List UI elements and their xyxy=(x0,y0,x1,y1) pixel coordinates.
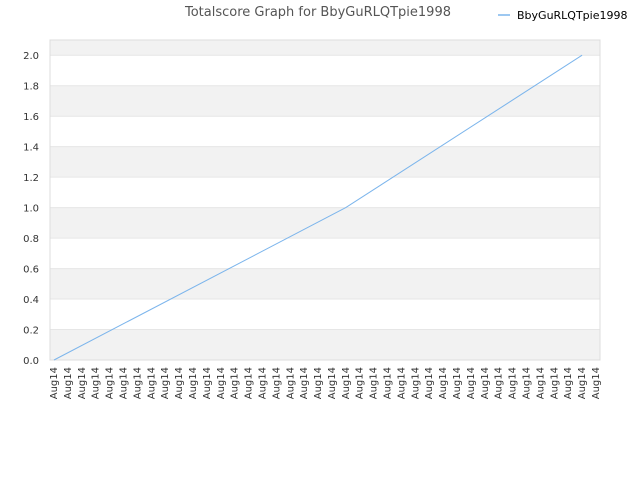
x-tick-label: Aug14 xyxy=(327,367,338,399)
y-tick-label: 1.4 xyxy=(23,143,39,154)
x-tick-label: Aug14 xyxy=(91,367,102,399)
x-tick-label: Aug14 xyxy=(494,367,505,399)
y-tick-label: 0.2 xyxy=(23,326,39,337)
x-tick-label: Aug14 xyxy=(132,367,143,399)
x-tick-label: Aug14 xyxy=(549,367,560,399)
x-tick-label: Aug14 xyxy=(285,367,296,399)
plot-band xyxy=(50,55,600,86)
x-tick-label: Aug14 xyxy=(452,367,463,399)
x-tick-label: Aug14 xyxy=(230,367,241,399)
x-tick-label: Aug14 xyxy=(188,367,199,399)
plot-band xyxy=(50,268,600,300)
x-tick-label: Aug14 xyxy=(216,367,227,399)
x-tick-label: Aug14 xyxy=(257,367,268,399)
x-tick-label: Aug14 xyxy=(63,367,74,399)
x-tick-label: Aug14 xyxy=(369,367,380,399)
x-tick-label: Aug14 xyxy=(49,367,60,399)
x-tick-label: Aug14 xyxy=(160,367,171,399)
x-tick-label: Aug14 xyxy=(146,367,157,399)
y-tick-label: 0.4 xyxy=(23,295,39,306)
x-tick-label: Aug14 xyxy=(313,367,324,399)
y-tick-label: 0.0 xyxy=(23,356,39,367)
x-tick-label: Aug14 xyxy=(383,367,394,399)
y-tick-label: 2.0 xyxy=(23,51,39,62)
y-tick-label: 1.2 xyxy=(23,173,39,184)
plot-band xyxy=(50,85,600,117)
plot-band xyxy=(50,299,600,330)
plot-band xyxy=(50,238,600,269)
legend[interactable]: BbyGuRLQTpie1998 xyxy=(498,9,627,22)
x-tick-label: Aug14 xyxy=(77,367,88,399)
y-tick-label: 1.8 xyxy=(23,82,39,93)
x-tick-label: Aug14 xyxy=(438,367,449,399)
y-tick-label: 0.8 xyxy=(23,234,39,245)
totalscore-chart: 0.00.20.40.60.81.01.21.41.61.82.0 Aug14 A… xyxy=(23,5,627,399)
x-tick-label: Aug14 xyxy=(480,367,491,399)
x-tick-label: Aug14 xyxy=(563,367,574,399)
y-tick-label: 0.6 xyxy=(23,265,39,276)
x-tick-label: Aug14 xyxy=(105,367,116,399)
y-tick-label: 1.6 xyxy=(23,112,39,123)
x-tick-label: Aug14 xyxy=(299,367,310,399)
x-tick-label: Aug14 xyxy=(202,367,213,399)
x-tick-label: Aug14 xyxy=(355,367,366,399)
x-tick-label: Aug14 xyxy=(244,367,255,399)
x-tick-label: Aug14 xyxy=(522,367,533,399)
plot-band xyxy=(50,177,600,208)
y-axis-ticks: 0.0 0.2 0.4 0.6 0.8 1.0 1.2 1.4 1.6 1.8 2.0 xyxy=(23,51,39,367)
chart-title: Totalscore Graph for BbyGuRLQTpie1998 xyxy=(184,5,451,20)
plot-band xyxy=(50,207,600,239)
x-tick-label: Aug14 xyxy=(118,367,129,399)
x-tick-label: Aug14 xyxy=(577,367,588,399)
x-tick-label: Aug14 xyxy=(174,367,185,399)
plot-band xyxy=(50,40,600,56)
x-tick-label: Aug14 xyxy=(535,367,546,399)
x-tick-label: Aug14 xyxy=(271,367,282,399)
y-tick-label: 1.0 xyxy=(23,204,39,215)
x-tick-label: Aug14 xyxy=(508,367,519,399)
x-tick-label: Aug14 xyxy=(591,367,602,399)
x-tick-label: Aug14 xyxy=(341,367,352,399)
x-tick-label: Aug14 xyxy=(424,367,435,399)
plot-band xyxy=(50,116,600,147)
x-axis-ticks: Aug14 Aug14 Aug14 Aug14 Aug14 Aug14 Aug14 Aug14… xyxy=(49,367,602,399)
x-tick-label: Aug14 xyxy=(466,367,477,399)
plot-background-bands xyxy=(50,40,600,360)
plot-band xyxy=(50,329,600,360)
x-tick-label: Aug14 xyxy=(410,367,421,399)
legend-label-series-1: BbyGuRLQTpie1998 xyxy=(517,9,627,22)
plot-band xyxy=(50,146,600,178)
x-tick-label: Aug14 xyxy=(396,367,407,399)
